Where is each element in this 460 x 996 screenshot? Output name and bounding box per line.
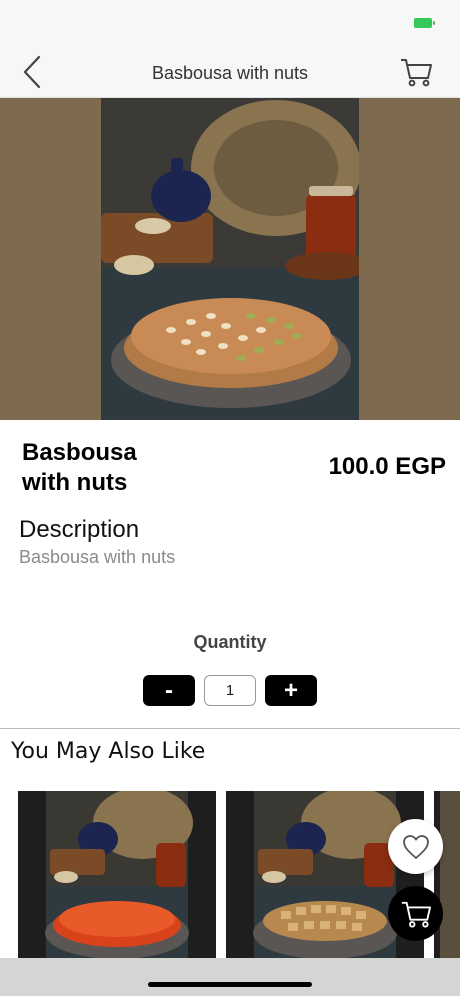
home-indicator-area	[0, 958, 460, 996]
kunafa-photo	[18, 791, 216, 961]
description-text: Basbousa with nuts	[19, 547, 176, 567]
heart-icon	[402, 834, 429, 859]
section-divider	[0, 728, 460, 729]
home-indicator[interactable]	[148, 982, 312, 987]
status-bar	[0, 0, 460, 44]
cart-button[interactable]	[398, 54, 434, 90]
related-item-baklava[interactable]	[226, 791, 424, 961]
basbousa-photo	[101, 98, 359, 420]
product-image-area	[0, 98, 460, 420]
floating-cart-button[interactable]	[388, 886, 443, 941]
related-item-partial[interactable]	[434, 791, 460, 961]
partial-photo	[434, 791, 460, 961]
increment-button[interactable]: +	[265, 675, 317, 706]
decrement-button[interactable]: -	[143, 675, 195, 706]
nav-bar: Basbousa with nuts	[0, 44, 460, 98]
cart-icon	[401, 901, 431, 928]
related-section-title: You May Also Like	[11, 739, 206, 764]
quantity-value[interactable]: 1	[204, 675, 256, 706]
baklava-photo	[226, 791, 424, 961]
product-name: Basbousa with nuts	[22, 439, 137, 496]
battery-icon	[414, 18, 435, 28]
cart-icon	[401, 59, 432, 87]
favorite-button[interactable]	[388, 819, 443, 874]
quantity-label: Quantity	[193, 632, 267, 652]
page-title: Basbousa with nuts	[151, 63, 309, 83]
product-price: 100.0 EGP	[328, 453, 446, 480]
description-heading: Description	[19, 516, 140, 543]
related-item-kunafa[interactable]	[18, 791, 216, 961]
